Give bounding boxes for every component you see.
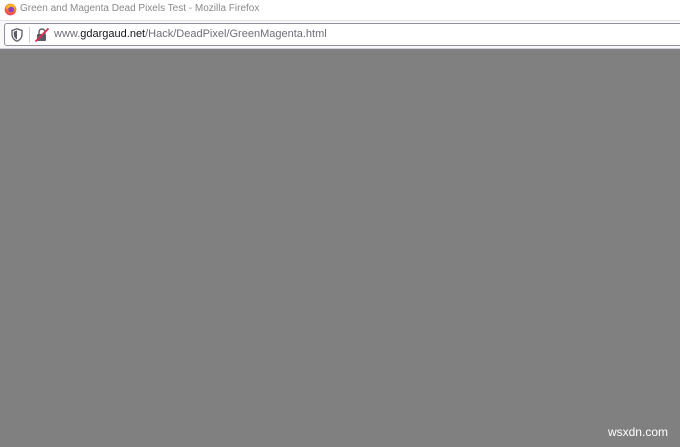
url-domain: gdargaud.net: [80, 28, 146, 40]
insecure-connection-icon[interactable]: [34, 27, 50, 43]
urlbar-separator: [29, 27, 30, 43]
url-prefix: www.: [54, 28, 81, 40]
title-bar: Green and Magenta Dead Pixels Test - Moz…: [0, 0, 680, 20]
shield-icon[interactable]: [11, 28, 23, 42]
firefox-logo-icon: [4, 3, 17, 16]
url-text[interactable]: www.gdargaud.net/Hack/DeadPixel/GreenMag…: [54, 28, 327, 40]
page-content[interactable]: [0, 49, 680, 447]
browser-window: Green and Magenta Dead Pixels Test - Moz…: [0, 0, 680, 447]
navigation-toolbar: www.gdargaud.net/Hack/DeadPixel/GreenMag…: [0, 20, 680, 49]
window-title: Green and Magenta Dead Pixels Test - Moz…: [20, 3, 260, 14]
watermark: wsxdn.com: [607, 425, 668, 439]
url-path: /Hack/DeadPixel/GreenMagenta.html: [145, 28, 327, 40]
url-bar[interactable]: www.gdargaud.net/Hack/DeadPixel/GreenMag…: [4, 23, 680, 46]
